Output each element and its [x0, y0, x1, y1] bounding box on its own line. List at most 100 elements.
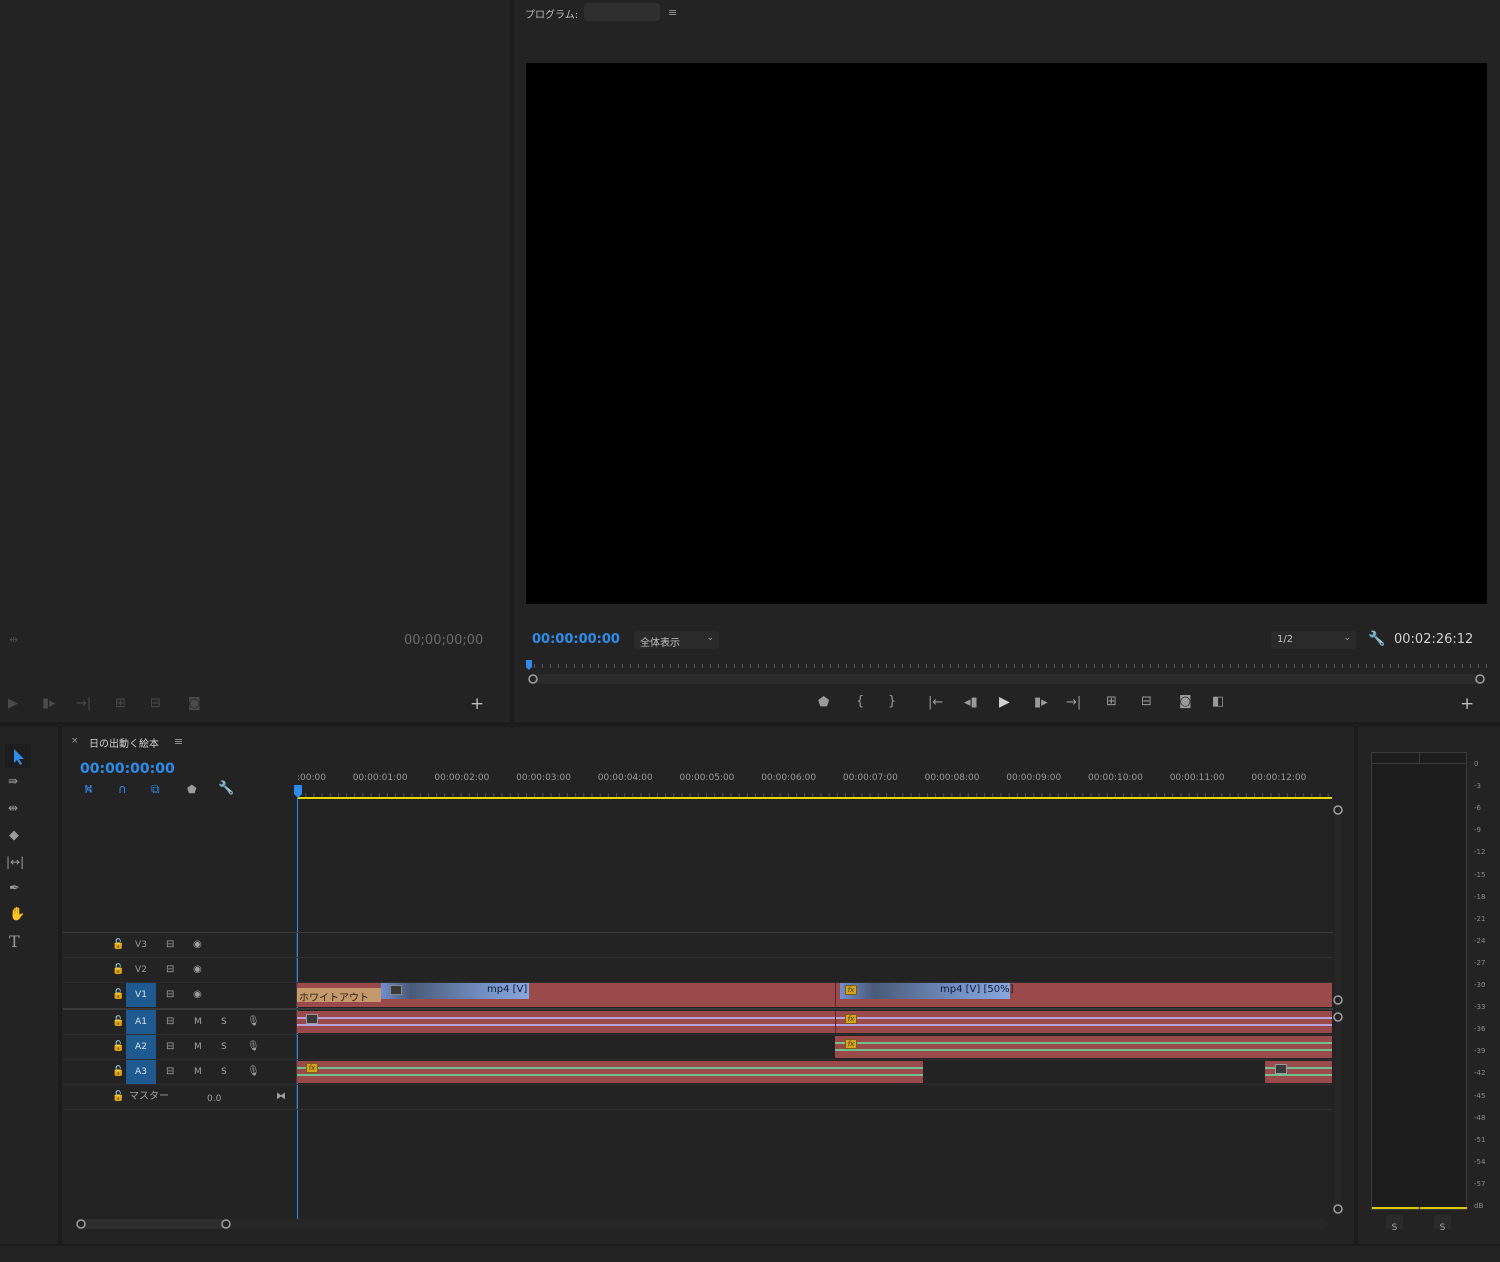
- mark-in-icon[interactable]: {: [856, 695, 864, 708]
- timeline-settings-wrench-icon[interactable]: 🔧: [218, 782, 234, 795]
- transition-white-out[interactable]: ホワイトアウト: [297, 988, 381, 1004]
- overwrite-icon[interactable]: ⊟: [150, 697, 161, 710]
- eye-icon[interactable]: ◉: [193, 939, 202, 951]
- lock-icon[interactable]: 🔓: [112, 939, 124, 951]
- source-monitor-panel: [0, 0, 510, 722]
- panel-menu-icon[interactable]: ≡: [668, 7, 677, 18]
- snap-magnet-icon[interactable]: ∩: [118, 783, 127, 795]
- solo-left-button[interactable]: S: [1386, 1215, 1403, 1233]
- comparison-view-icon[interactable]: ◧: [1212, 695, 1224, 708]
- sync-lock-icon[interactable]: ⊟: [166, 1066, 174, 1078]
- mark-out-icon[interactable]: }: [888, 695, 896, 708]
- lift-icon[interactable]: ⊞: [1106, 695, 1117, 708]
- lock-icon[interactable]: 🔓: [112, 1091, 124, 1103]
- program-timecode[interactable]: 00:00:00:00: [532, 632, 620, 647]
- step-back-icon[interactable]: ◂▮: [964, 696, 978, 709]
- eye-icon[interactable]: ◉: [193, 989, 202, 1001]
- ruler-label: 00:00:03:00: [516, 773, 571, 783]
- track-select-tool-icon[interactable]: ⇛: [8, 775, 18, 787]
- wrench-icon[interactable]: 🔧: [1368, 632, 1385, 646]
- lock-icon[interactable]: 🔓: [112, 1016, 124, 1028]
- microphone-icon[interactable]: 🎙: [247, 1066, 260, 1078]
- go-to-in-icon[interactable]: |←: [928, 696, 943, 709]
- close-tab-icon[interactable]: ×: [71, 737, 79, 746]
- track-name-v3[interactable]: V3: [126, 933, 156, 957]
- timeline-timecode[interactable]: 00:00:00:00: [80, 761, 175, 777]
- track-name-a3[interactable]: A3: [126, 1060, 156, 1084]
- eye-icon[interactable]: ◉: [193, 964, 202, 976]
- track-name-a2[interactable]: A2: [126, 1035, 156, 1059]
- razor-tool-icon[interactable]: ◆: [9, 829, 19, 842]
- slip-tool-icon[interactable]: |↔|: [6, 856, 24, 868]
- selection-arrow-icon: [14, 749, 24, 765]
- selection-tool[interactable]: [5, 744, 31, 768]
- microphone-icon[interactable]: 🎙: [247, 1041, 260, 1053]
- master-volume-value[interactable]: 0.0: [207, 1093, 221, 1105]
- solo-button[interactable]: S: [221, 1016, 227, 1028]
- lock-icon[interactable]: 🔓: [112, 989, 124, 1001]
- bowtie-icon[interactable]: ⧓: [276, 1091, 286, 1103]
- ruler-label: 00:00:06:00: [761, 773, 817, 783]
- audio-clip-a3-1[interactable]: [297, 1061, 923, 1083]
- microphone-icon[interactable]: 🎙: [247, 1016, 260, 1028]
- play-button-icon[interactable]: ▶: [999, 695, 1010, 709]
- lock-icon[interactable]: 🔓: [112, 1041, 124, 1053]
- insert-edit-icon[interactable]: ⇹: [9, 634, 18, 645]
- mute-button[interactable]: M: [194, 1016, 202, 1028]
- panel-menu-icon[interactable]: ≡: [174, 736, 183, 747]
- go-to-out-icon[interactable]: →|: [76, 697, 91, 710]
- lock-icon[interactable]: 🔓: [112, 964, 124, 976]
- program-monitor-title[interactable]: プログラム:: [525, 6, 578, 21]
- audio-clip-a1-1[interactable]: [297, 1011, 835, 1033]
- export-frame-camera-icon[interactable]: ◙: [1179, 695, 1192, 708]
- fx-badge[interactable]: fx: [306, 1063, 318, 1073]
- mute-button[interactable]: M: [194, 1066, 202, 1078]
- extract-icon[interactable]: ⊟: [1141, 695, 1152, 708]
- sync-lock-icon[interactable]: ⊟: [166, 1041, 174, 1053]
- fx-badge[interactable]: fx: [845, 1039, 857, 1049]
- sync-lock-icon[interactable]: ⊟: [166, 964, 174, 976]
- type-tool-icon[interactable]: T: [9, 934, 20, 950]
- fx-badge[interactable]: fx: [845, 985, 857, 995]
- step-forward-icon[interactable]: ▮▸: [42, 697, 56, 710]
- resolution-select[interactable]: 1/2 ⌄: [1271, 631, 1356, 649]
- sync-lock-icon[interactable]: ⊟: [166, 989, 174, 1001]
- ripple-edit-tool-icon[interactable]: ⇹: [8, 802, 18, 814]
- meter-scale-label: -21: [1474, 914, 1486, 923]
- timeline-vertical-scrollbar[interactable]: [1331, 803, 1345, 1215]
- add-marker-icon[interactable]: ⬟: [818, 696, 829, 709]
- solo-button[interactable]: S: [221, 1041, 227, 1053]
- audio-waveform-line: [297, 1024, 835, 1026]
- lock-icon[interactable]: 🔓: [112, 1066, 124, 1078]
- add-button-icon[interactable]: +: [1460, 696, 1474, 713]
- track-name-v1[interactable]: V1: [126, 983, 156, 1007]
- meter-scale-label: -27: [1474, 958, 1486, 967]
- sequence-tab-title[interactable]: 日の出動く絵本: [89, 735, 159, 750]
- chevron-down-icon: ⌄: [1343, 633, 1351, 643]
- camera-icon[interactable]: ◙: [188, 697, 201, 710]
- audio-clip-a1-2[interactable]: [835, 1011, 1332, 1033]
- mute-button[interactable]: M: [194, 1041, 202, 1053]
- linked-selection-icon[interactable]: ⧉: [151, 783, 160, 795]
- sync-lock-icon[interactable]: ⊟: [166, 1016, 174, 1028]
- add-marker-icon[interactable]: ⬟: [187, 784, 197, 795]
- add-button-icon[interactable]: +: [470, 696, 484, 713]
- track-name-a1[interactable]: A1: [126, 1010, 156, 1034]
- solo-button[interactable]: S: [221, 1066, 227, 1078]
- program-mini-ruler[interactable]: [526, 658, 1488, 688]
- play-icon[interactable]: ▶: [8, 697, 18, 710]
- solo-right-button[interactable]: S: [1434, 1215, 1451, 1233]
- insert-icon[interactable]: ⊞: [115, 697, 126, 710]
- hand-tool-icon[interactable]: ✋: [9, 908, 25, 921]
- track-name-v2[interactable]: V2: [126, 958, 156, 982]
- fx-badge[interactable]: fx: [845, 1014, 857, 1024]
- meter-top-line: [1372, 763, 1466, 764]
- pen-tool-icon[interactable]: ✒: [9, 882, 20, 895]
- audio-clip-a2[interactable]: [835, 1036, 1332, 1058]
- zoom-select[interactable]: 全体表示 ⌄: [634, 631, 719, 649]
- nest-toggle-icon[interactable]: ⛕: [84, 783, 93, 795]
- go-to-out-icon[interactable]: →|: [1066, 696, 1081, 709]
- sync-lock-icon[interactable]: ⊟: [166, 939, 174, 951]
- timeline-zoom-scrollbar[interactable]: [74, 1216, 1334, 1232]
- step-forward-icon[interactable]: ▮▸: [1034, 696, 1048, 709]
